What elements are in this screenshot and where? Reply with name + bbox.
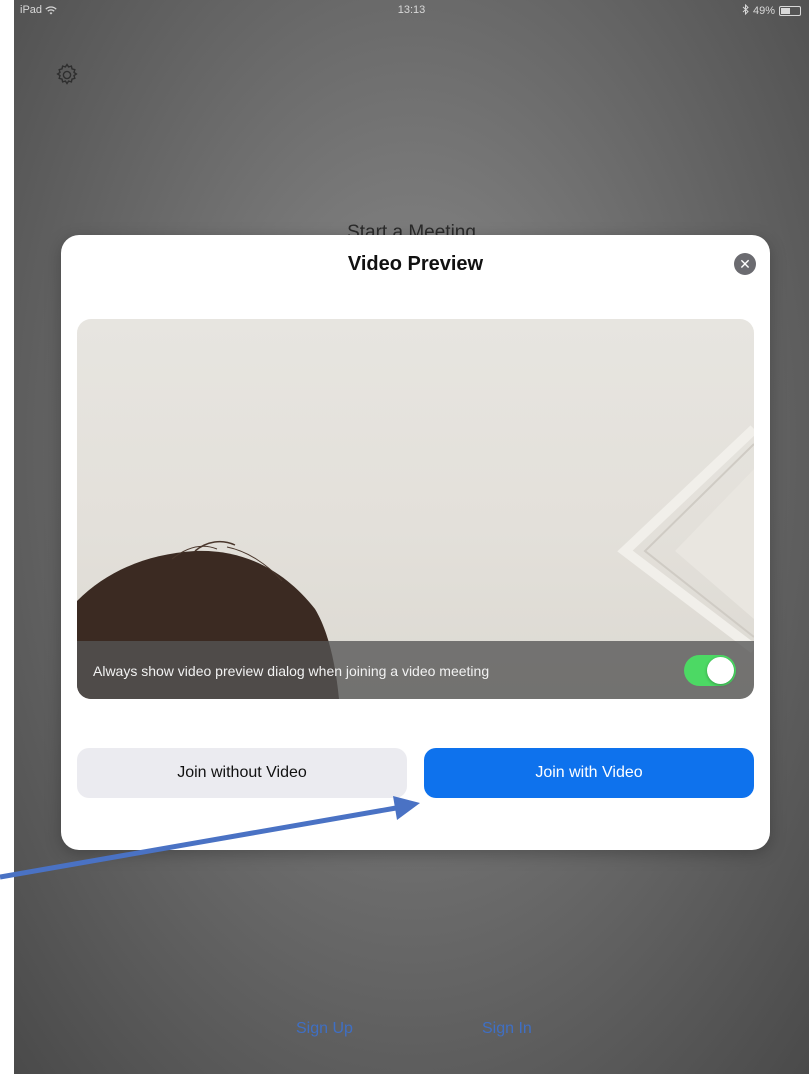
battery-percent: 49% bbox=[752, 5, 775, 17]
bottom-links: Sign Up Sign In bbox=[14, 1020, 809, 1044]
status-time: 13:13 bbox=[397, 4, 426, 16]
battery-fill bbox=[781, 8, 790, 14]
video-preview-dialog: Video Preview ✕ Always show video previe… bbox=[61, 235, 770, 850]
video-preview: Always show video preview dialog when jo… bbox=[77, 319, 754, 699]
status-bar: iPad 13:13 49% bbox=[14, 0, 809, 22]
join-without-video-button[interactable]: Join without Video bbox=[77, 748, 407, 798]
sign-in-link[interactable]: Sign In bbox=[482, 1020, 532, 1038]
settings-gear-icon[interactable] bbox=[54, 62, 80, 88]
bluetooth-icon bbox=[742, 3, 749, 18]
status-right: 49% bbox=[742, 3, 801, 18]
screen: iPad 13:13 49% Start a Meeting Sign Up S… bbox=[14, 0, 809, 1074]
dialog-title: Video Preview bbox=[347, 253, 484, 275]
close-icon[interactable]: ✕ bbox=[734, 253, 756, 275]
always-show-preview-toggle[interactable] bbox=[684, 655, 736, 686]
battery-icon bbox=[779, 6, 801, 16]
always-show-preview-label: Always show video preview dialog when jo… bbox=[93, 663, 490, 679]
join-with-video-button[interactable]: Join with Video bbox=[424, 748, 754, 798]
toggle-knob bbox=[707, 657, 734, 684]
sign-up-link[interactable]: Sign Up bbox=[296, 1020, 353, 1038]
preview-settings-bar: Always show video preview dialog when jo… bbox=[77, 641, 754, 699]
